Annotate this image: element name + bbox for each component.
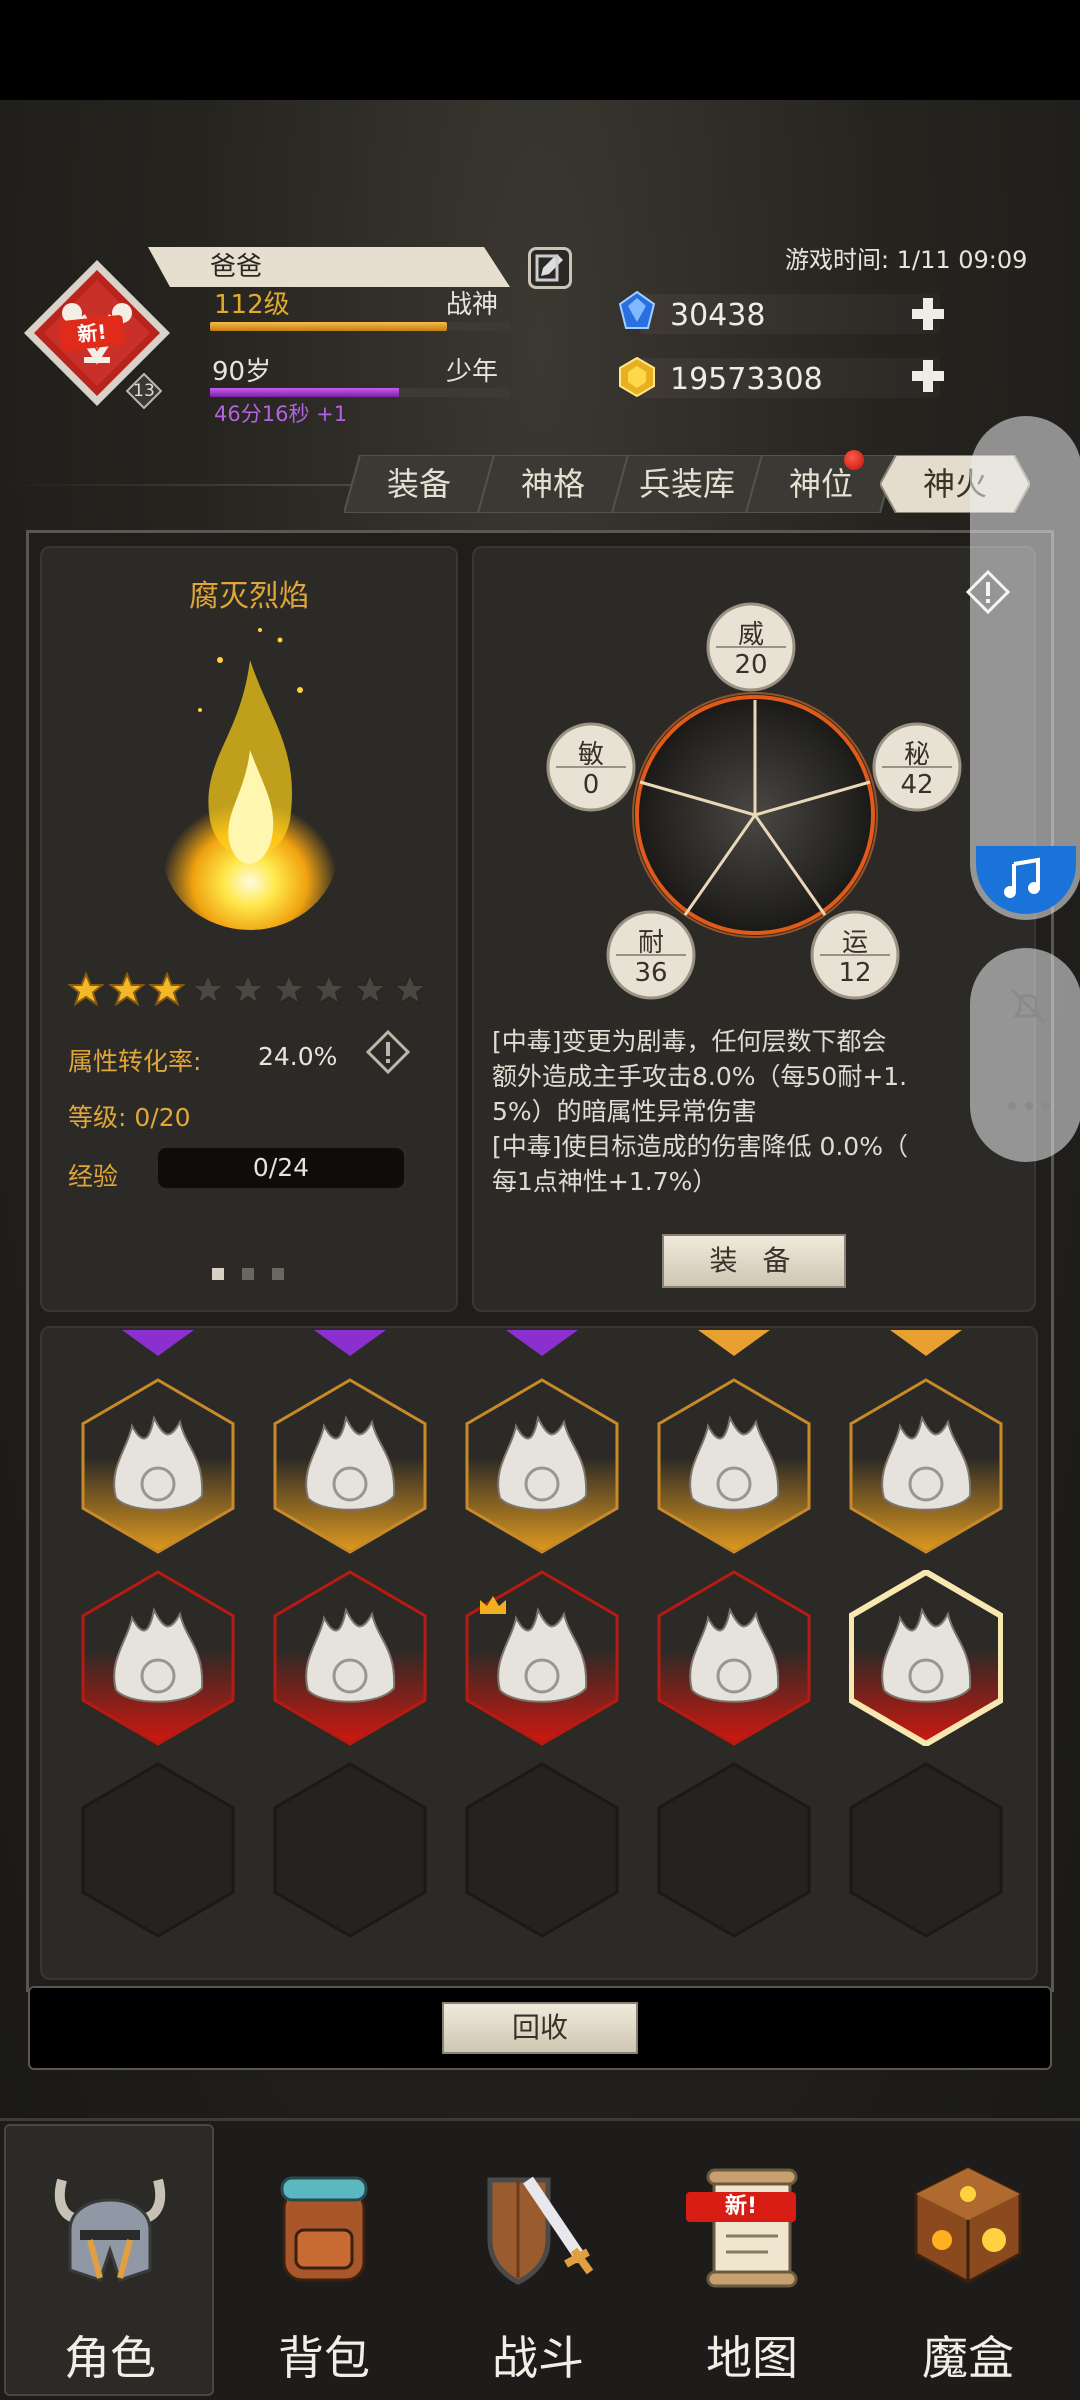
crown-icon [480, 1596, 506, 1614]
star-filled-icon [108, 972, 145, 1007]
fire-slot-orange[interactable] [273, 1378, 427, 1554]
attribute-node-might[interactable]: 威 20 [706, 602, 796, 692]
mute-bell-icon[interactable] [1006, 984, 1050, 1028]
name-plate [148, 247, 510, 287]
gold-gem-icon [619, 356, 655, 398]
map-new-badge: 新! [686, 2192, 796, 2222]
gold-count: 19573308 [670, 362, 823, 397]
nav-map[interactable]: 新! 地图 [646, 2124, 858, 2394]
blue-gem-icon [618, 290, 656, 329]
more-icon[interactable] [1004, 1096, 1054, 1116]
alert-icon[interactable] [966, 570, 1010, 614]
sword-shield-icon [487, 2176, 594, 2285]
attribute-star-diagram [632, 692, 878, 938]
tab-divider [0, 484, 360, 486]
rarity-marker [506, 1330, 578, 1356]
add-gold-button[interactable] [910, 358, 946, 394]
gem-count: 30438 [670, 298, 766, 333]
age-fill [210, 388, 399, 397]
player-title: 战神 [446, 290, 499, 320]
fire-slot-empty[interactable] [273, 1762, 427, 1938]
backpack-icon [280, 2176, 368, 2282]
player-age: 90岁 [212, 357, 272, 387]
status-bar [0, 0, 1080, 100]
nav-backpack[interactable]: 背包 [218, 2124, 430, 2394]
star-empty-icon [351, 972, 388, 1007]
player-level: 112级 [214, 290, 290, 320]
recycle-button[interactable]: 回收 [442, 2002, 638, 2054]
tab-divinity[interactable]: 神格 [478, 455, 628, 513]
nav-battle[interactable]: 战斗 [432, 2124, 644, 2394]
fire-exp-label: 经验 [68, 1162, 119, 1191]
attribute-node-endurance[interactable]: 耐 36 [606, 910, 696, 1000]
rarity-marker [890, 1330, 962, 1356]
notification-dot [844, 450, 864, 470]
attribute-node-luck[interactable]: 运 12 [810, 910, 900, 1000]
star-empty-icon [189, 972, 226, 1007]
player-name: 爸爸 [210, 252, 263, 282]
conversion-rate-value: 24.0% [258, 1042, 338, 1071]
fire-slot-red[interactable] [657, 1570, 811, 1746]
fire-slot-empty[interactable] [81, 1762, 235, 1938]
equip-button[interactable]: 装 备 [662, 1234, 846, 1288]
tab-god-rank[interactable]: 神位 [746, 455, 896, 513]
info-icon[interactable] [366, 1030, 410, 1074]
magic-cube-icon [914, 2166, 1022, 2284]
fire-name: 腐灭烈焰 [189, 579, 309, 614]
fire-slot-orange[interactable] [81, 1378, 235, 1554]
fire-grade: 等级: 0/20 [68, 1103, 191, 1132]
add-gems-button[interactable] [910, 296, 946, 332]
fire-effect-description: [中毒]变更为剧毒，任何层数下都会 额外造成主手攻击8.0%（每50耐+1. 5… [492, 1027, 908, 1196]
rarity-marker [698, 1330, 770, 1356]
star-empty-icon [230, 972, 266, 1007]
age-stage: 少年 [446, 357, 499, 387]
star-empty-icon [311, 972, 347, 1007]
level-exp-fill [210, 322, 447, 331]
fire-slot-empty[interactable] [849, 1762, 1003, 1938]
star-empty-icon [270, 972, 307, 1007]
star-filled-icon [68, 972, 104, 1007]
level-badge: 13 [125, 372, 163, 410]
fire-slot-red[interactable] [273, 1570, 427, 1746]
floating-toolbar[interactable] [970, 416, 1080, 920]
fire-slot-orange[interactable] [849, 1378, 1003, 1554]
fire-slot-empty[interactable] [657, 1762, 811, 1938]
floating-toolbar-secondary[interactable] [970, 948, 1080, 1162]
attribute-node-mystic[interactable]: 秘 42 [872, 722, 962, 812]
fire-slot-selected[interactable] [849, 1570, 1003, 1746]
divine-fire-icon [162, 628, 338, 930]
page-dot-active [212, 1268, 224, 1280]
conversion-rate-label: 属性转化率: [68, 1047, 202, 1076]
rarity-marker [122, 1330, 194, 1356]
fire-inventory-grid [40, 1326, 1038, 1980]
music-toggle[interactable] [976, 846, 1076, 914]
star-filled-icon [149, 972, 185, 1007]
rarity-marker [314, 1330, 386, 1356]
fire-exp-value: 0/24 [252, 1153, 310, 1182]
scroll-map-icon [706, 2168, 798, 2288]
page-dot [242, 1268, 254, 1280]
music-note-icon [1004, 857, 1040, 898]
edit-icon [535, 254, 563, 282]
tab-armory[interactable]: 兵装库 [612, 455, 762, 513]
fire-slot-empty[interactable] [465, 1762, 619, 1938]
edit-name-button[interactable] [528, 247, 572, 289]
star-empty-icon [392, 972, 428, 1007]
nav-magic-box[interactable]: 魔盒 [862, 2124, 1074, 2394]
age-timer: 46分16秒 +1 [214, 402, 348, 426]
nav-character[interactable]: 角色 [4, 2124, 216, 2394]
fire-slot-red[interactable] [81, 1570, 235, 1746]
game-time: 游戏时间: 1/11 09:09 [785, 246, 1028, 274]
helmet-icon [55, 2178, 165, 2282]
fire-slot-orange[interactable] [465, 1378, 619, 1554]
tab-equipment[interactable]: 装备 [344, 455, 494, 513]
fire-slot-orange[interactable] [657, 1378, 811, 1554]
attribute-node-agility[interactable]: 敏0 [546, 722, 636, 812]
page-dot [272, 1268, 284, 1280]
